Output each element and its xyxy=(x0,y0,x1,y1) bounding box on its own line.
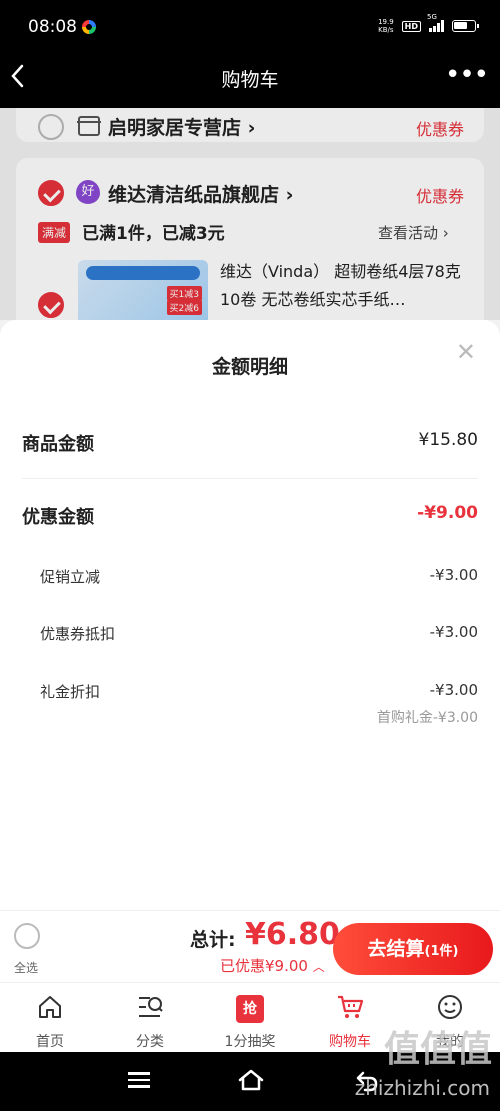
discount-item-value: -¥3.00 xyxy=(429,623,478,641)
home-icon xyxy=(36,993,64,1021)
discount-amount-label: 优惠金额 xyxy=(22,507,94,528)
net-speed: 19.9 KB/s xyxy=(378,18,394,34)
hd-icon: HD xyxy=(401,20,421,32)
discount-item-value: -¥3.00 xyxy=(429,681,478,699)
page-title: 购物车 xyxy=(221,69,279,91)
recents-icon[interactable] xyxy=(128,1072,150,1088)
net-speed-unit: KB/s xyxy=(378,26,394,34)
select-all-radio[interactable] xyxy=(14,923,40,949)
total-value: ¥6.80 xyxy=(245,917,340,952)
discount-item-note: 首购礼金-¥3.00 xyxy=(376,710,478,726)
discount-item-label: 促销立减 xyxy=(40,568,101,586)
tab-home[interactable]: 首页 xyxy=(0,983,100,1053)
profile-icon xyxy=(436,993,464,1021)
status-indicators: 19.9 KB/s HD 5G xyxy=(378,13,479,34)
status-time: 08:08 xyxy=(28,17,77,37)
tab-label: 1分抽奖 xyxy=(224,1034,276,1050)
discount-item-row: 促销立减 -¥3.00 xyxy=(40,566,478,587)
checkout-bar: 全选 总计: ¥6.80 已优惠¥9.00 ︿ 去结算(1件) xyxy=(0,910,500,982)
discount-item-row: 优惠券抵扣 -¥3.00 xyxy=(40,623,478,644)
category-icon xyxy=(136,993,164,1021)
total-label: 总计: xyxy=(190,929,236,951)
app-notification-icon xyxy=(82,20,96,34)
goods-amount-row: 商品金额 ¥15.80 xyxy=(22,430,478,456)
close-icon[interactable]: ✕ xyxy=(456,338,476,366)
discount-item-row: 礼金折扣 -¥3.00 xyxy=(40,681,478,702)
cart-icon xyxy=(336,993,364,1021)
saved-amount[interactable]: 已优惠¥9.00 ︿ xyxy=(220,955,325,976)
saved-amount-text: 已优惠¥9.00 xyxy=(220,957,308,975)
checkout-button-label: 去结算 xyxy=(367,938,425,960)
battery-icon xyxy=(452,20,479,32)
lottery-icon: 抢 xyxy=(236,995,264,1023)
signal-icon: 5G xyxy=(427,13,444,32)
tab-category[interactable]: 分类 xyxy=(100,983,200,1053)
tab-label: 分类 xyxy=(136,1034,164,1050)
dim-overlay[interactable] xyxy=(0,108,500,320)
watermark-url: zhizhizhi.com xyxy=(354,1076,490,1100)
select-all-label[interactable]: 全选 xyxy=(14,959,38,976)
net-speed-value: 19.9 xyxy=(378,18,394,26)
watermark-logo: 值值值 xyxy=(383,1028,492,1070)
divider xyxy=(22,478,478,479)
nav-header: 购物车 ••• xyxy=(0,50,500,108)
discount-item-label: 优惠券抵扣 xyxy=(40,625,116,643)
signal-label: 5G xyxy=(427,13,437,21)
tab-lottery[interactable]: 抢 1分抽奖 xyxy=(200,983,300,1053)
goods-amount-label: 商品金额 xyxy=(22,434,94,455)
tab-label: 首页 xyxy=(36,1034,64,1050)
more-icon[interactable]: ••• xyxy=(445,60,489,90)
amount-detail-sheet: 金额明细 ✕ 商品金额 ¥15.80 优惠金额 -¥9.00 促销立减 -¥3.… xyxy=(0,320,500,910)
goods-amount-value: ¥15.80 xyxy=(418,430,478,450)
checkout-button[interactable]: 去结算(1件) xyxy=(333,923,493,975)
chevron-up-icon: ︿ xyxy=(312,960,325,974)
discount-amount-value: -¥9.00 xyxy=(417,503,478,523)
discount-item-value: -¥3.00 xyxy=(429,566,478,584)
discount-item-label: 礼金折扣 xyxy=(40,683,101,701)
sheet-title: 金额明细 xyxy=(211,356,288,378)
status-bar: 08:08 19.9 KB/s HD 5G xyxy=(0,0,500,50)
system-home-icon[interactable] xyxy=(237,1068,265,1096)
checkout-button-count: (1件) xyxy=(424,944,459,959)
discount-amount-row: 优惠金额 -¥9.00 xyxy=(22,503,478,529)
